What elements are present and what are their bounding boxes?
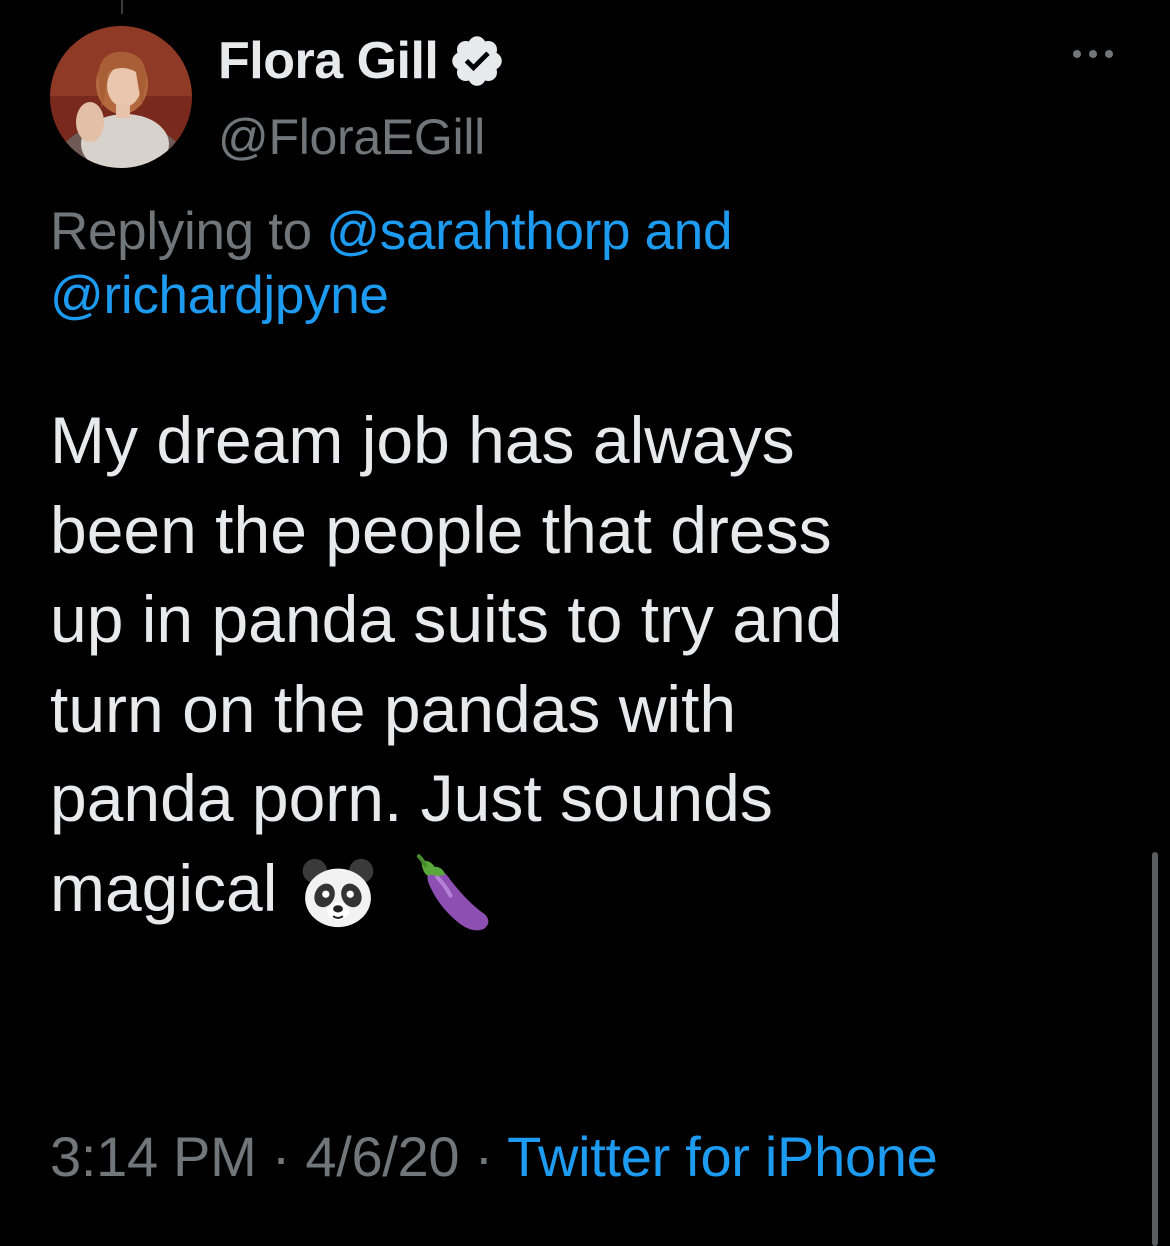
eggplant-emoji-icon — [417, 854, 489, 931]
tweet-text-line: panda porn. Just sounds — [50, 761, 773, 835]
tweet-text-line: up in panda suits to try and — [50, 582, 843, 656]
panda-face-emoji-icon — [303, 858, 374, 928]
tweet-text-line: magical — [50, 850, 278, 925]
author-handle[interactable]: @FloraEGill — [218, 108, 485, 166]
meta-separator: · — [474, 1125, 494, 1188]
tweet-text-line: been the people that dress — [50, 492, 832, 567]
mention-link-sarahthorp[interactable]: @sarahthorp — [326, 202, 630, 261]
author-name-row: Flora Gill — [218, 26, 506, 96]
replying-to-line: Replying to @sarahthorp and @richardjpyn… — [50, 200, 1130, 328]
tweet-text: My dream job has always been the people … — [50, 396, 1140, 935]
replying-to-label: Replying to — [50, 202, 312, 261]
tweet-text-line: turn on the pandas with — [50, 671, 737, 746]
profile-photo-icon — [50, 26, 192, 168]
tweet-text-line: My dream job has always — [50, 403, 795, 477]
replying-to-conjunction[interactable]: and — [645, 202, 733, 261]
meta-separator: · — [271, 1125, 291, 1188]
verified-badge-icon — [452, 36, 503, 86]
scrollbar[interactable] — [1152, 852, 1158, 1246]
tweet-metadata: 3:14 PM · 4/6/20 · Twitter for iPhone — [50, 1122, 938, 1192]
tweet-time[interactable]: 3:14 PM — [50, 1125, 257, 1188]
avatar[interactable] — [50, 26, 192, 168]
mention-link-richardjpyne[interactable]: @richardjpyne — [50, 266, 389, 325]
more-options-icon[interactable] — [1068, 42, 1118, 66]
tweet-date[interactable]: 4/6/20 — [305, 1125, 459, 1188]
tweet-text-last-line: magical — [50, 844, 1140, 936]
tweet-source-link[interactable]: Twitter for iPhone — [507, 1125, 938, 1188]
author-display-name[interactable]: Flora Gill — [218, 31, 439, 91]
thread-connector-line — [121, 0, 123, 14]
